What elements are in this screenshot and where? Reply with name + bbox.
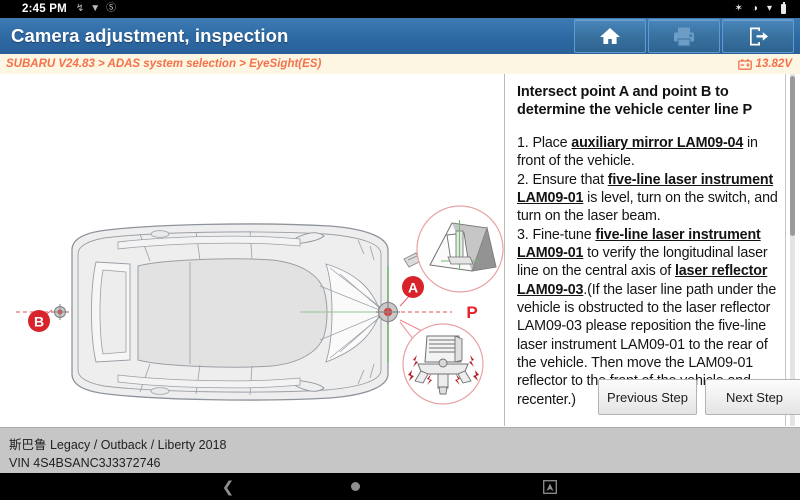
app-title-bar: Camera adjustment, inspection: [0, 18, 800, 55]
svg-text:A: A: [408, 280, 418, 296]
status-time: 2:45 PM: [22, 3, 67, 15]
instruction-step: 2. Ensure that five-line laser instrumen…: [517, 172, 778, 225]
vehicle-alignment-diagram: A B P: [0, 74, 504, 426]
step-number: 1.: [517, 134, 533, 151]
instruction-step: 1. Place auxiliary mirror LAM09-04 in fr…: [517, 135, 758, 169]
next-step-button[interactable]: Next Step: [705, 379, 800, 415]
term-highlight: auxiliary mirror LAM09-04: [571, 134, 744, 151]
step-number: 2.: [517, 171, 533, 188]
status-right-icons: ✶ ◑ ▾: [734, 2, 786, 14]
panel-right-edge: [785, 74, 786, 426]
do-not-disturb-icon: Ⓢ: [106, 3, 117, 14]
volume-icon: ◑: [751, 3, 758, 14]
instructions-heading: Intersect point A and point B to determi…: [517, 84, 753, 119]
status-left-icons: ↯ ▼ Ⓢ: [76, 4, 116, 14]
bluetooth-icon: ✶: [734, 3, 743, 14]
step-button-row: Previous Step Next Step: [598, 379, 800, 415]
center-line-label: P: [466, 303, 477, 322]
panel-divider: [504, 74, 505, 426]
point-a-marker: A: [402, 276, 424, 298]
vpn-icon: ▼: [90, 3, 101, 14]
battery-voltage: 13.82V: [755, 58, 792, 70]
exit-button[interactable]: [722, 19, 794, 53]
print-button[interactable]: [648, 19, 720, 53]
instructions-scrollbar-thumb[interactable]: [790, 76, 795, 236]
vehicle-vin: VIN 4S4BSANC3J3372746: [9, 456, 161, 470]
exit-icon: [750, 27, 768, 45]
back-icon[interactable]: ❮: [213, 473, 243, 500]
vehicle-info-footer: 斯巴鲁 Legacy / Outback / Liberty 2018 VIN …: [0, 427, 800, 474]
battery-icon: [781, 2, 786, 14]
point-b-marker: B: [28, 310, 50, 332]
recent-apps-icon[interactable]: [535, 473, 565, 500]
diagram-svg: A B P: [16, 205, 504, 405]
laser-instrument-callout: [399, 319, 484, 405]
voltage-indicator: 13.82V: [737, 58, 792, 70]
car-battery-icon: [737, 58, 752, 70]
printer-icon: [674, 27, 694, 46]
usb-debug-icon: ↯: [75, 3, 85, 14]
vehicle-model: 斯巴鲁 Legacy / Outback / Liberty 2018: [9, 438, 227, 452]
svg-text:B: B: [34, 314, 44, 330]
home-circle-icon[interactable]: [340, 473, 370, 500]
toolbar: [574, 19, 800, 53]
home-icon: [600, 28, 620, 44]
android-nav-bar: ❮: [0, 473, 800, 500]
previous-step-button[interactable]: Previous Step: [598, 379, 697, 415]
point-b-reflector: [52, 304, 68, 320]
content-area: A B P Intersect point A and point B to d…: [0, 74, 800, 426]
breadcrumb[interactable]: SUBARU V24.83 > ADAS system selection > …: [0, 54, 800, 75]
android-status-bar: 2:45 PM ↯ ▼ Ⓢ ✶ ◑ ▾: [0, 0, 800, 18]
breadcrumb-path: SUBARU V24.83 > ADAS system selection > …: [6, 58, 322, 70]
page-title: Camera adjustment, inspection: [11, 25, 289, 46]
tablet-screen: 2:45 PM ↯ ▼ Ⓢ ✶ ◑ ▾ Camera adjustment, i…: [0, 0, 800, 500]
wifi-icon: ▾: [766, 3, 772, 14]
step-text: Fine-tune: [532, 226, 596, 243]
instructions-body: 1. Place auxiliary mirror LAM09-04 in fr…: [517, 134, 778, 409]
instructions-panel[interactable]: Intersect point A and point B to determi…: [505, 74, 786, 426]
step-text: Place: [532, 134, 572, 151]
step-text: Ensure that: [532, 171, 608, 188]
step-number: 3.: [517, 226, 533, 243]
home-button[interactable]: [574, 19, 646, 53]
auxiliary-mirror-callout: [416, 205, 504, 293]
